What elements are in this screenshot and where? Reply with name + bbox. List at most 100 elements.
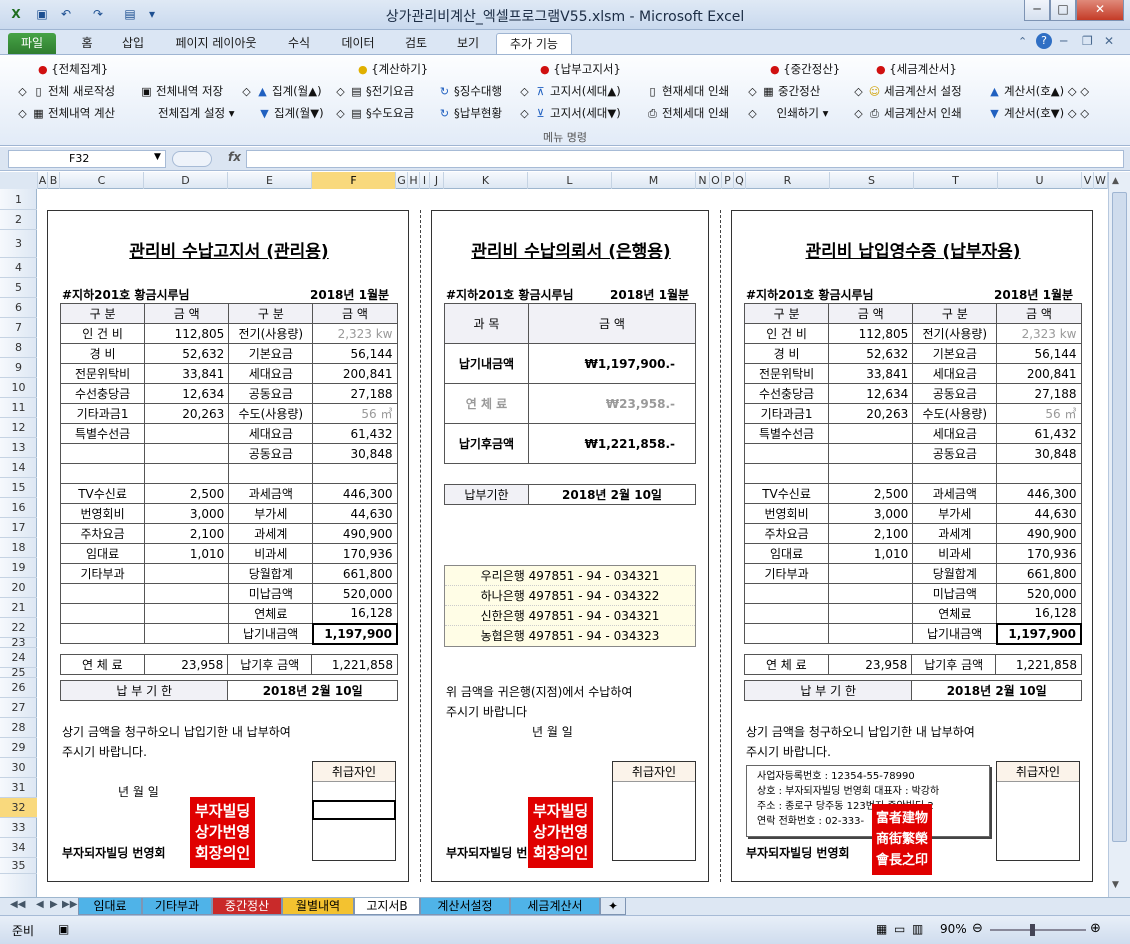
column-header[interactable]: U: [998, 172, 1082, 189]
row-header[interactable]: 7: [0, 318, 37, 338]
column-header[interactable]: K: [444, 172, 528, 189]
sheet-tab-active[interactable]: 고지서B: [354, 898, 420, 915]
tax-setting-button[interactable]: ◇ ☺ 세금계산서 설정: [852, 83, 961, 99]
ribbon-minimize-icon[interactable]: ⌃: [1018, 35, 1027, 48]
row-header[interactable]: 27: [0, 698, 37, 718]
row-header[interactable]: 13: [0, 438, 37, 458]
print-all-button[interactable]: ⎙ 전체세대 인쇄: [646, 105, 729, 121]
tab-data[interactable]: 데이터: [332, 33, 384, 54]
sheet-tab[interactable]: 중간정산: [212, 898, 282, 915]
column-header[interactable]: J: [430, 172, 444, 189]
row-header[interactable]: 19: [0, 558, 37, 578]
zoom-in-icon[interactable]: ⊕: [1090, 921, 1101, 936]
column-header[interactable]: S: [830, 172, 914, 189]
row-header[interactable]: 9: [0, 358, 37, 378]
column-header[interactable]: G: [396, 172, 408, 189]
total-save-button[interactable]: ▣ 전체내역 저장: [140, 83, 223, 99]
row-header[interactable]: 26: [0, 678, 37, 698]
column-header[interactable]: A: [38, 172, 48, 189]
row-header[interactable]: 33: [0, 818, 37, 838]
row-header[interactable]: 18: [0, 538, 37, 558]
column-header[interactable]: D: [144, 172, 228, 189]
namebox-dropdown-icon[interactable]: ▼: [154, 152, 161, 162]
name-box[interactable]: F32: [8, 150, 166, 168]
row-header[interactable]: 23: [0, 637, 37, 648]
row-header[interactable]: 17: [0, 518, 37, 538]
insert-function-icon[interactable]: fx: [228, 150, 241, 164]
tab-home[interactable]: 홈: [72, 33, 102, 54]
row-header[interactable]: 20: [0, 578, 37, 598]
row-header[interactable]: 5: [0, 278, 37, 298]
tab-addins[interactable]: 추가 기능: [496, 33, 572, 54]
bill-down-button[interactable]: ◇ ⊻ 고지서(세대▼): [518, 105, 620, 121]
total-new-button[interactable]: ◇ ▯ 전체 새로작성: [16, 83, 115, 99]
tab-file[interactable]: 파일: [8, 33, 56, 54]
row-header[interactable]: 2: [0, 210, 37, 230]
normal-view-icon[interactable]: ▦: [876, 922, 887, 936]
row-header[interactable]: 15: [0, 478, 37, 498]
row-header[interactable]: 16: [0, 498, 37, 518]
total-setting-dropdown[interactable]: 전체집계 설정 ▾: [158, 105, 235, 121]
page-layout-view-icon[interactable]: ▭: [894, 922, 905, 936]
zoom-slider-thumb[interactable]: [1030, 924, 1035, 936]
pay-status-button[interactable]: ↻ §납부현황: [438, 105, 502, 121]
column-header[interactable]: F: [312, 172, 396, 189]
zoom-out-icon[interactable]: ⊖: [972, 921, 983, 936]
scroll-thumb[interactable]: [1112, 192, 1127, 842]
row-header[interactable]: 31: [0, 778, 37, 798]
calc-down-button[interactable]: ▼ 계산서(호▼) ◇ ◇: [988, 105, 1089, 121]
column-header[interactable]: P: [722, 172, 734, 189]
maximize-button[interactable]: □: [1050, 0, 1076, 21]
row-header[interactable]: 3: [0, 230, 37, 258]
doc-restore-icon[interactable]: ❐: [1082, 34, 1093, 48]
column-header[interactable]: C: [60, 172, 144, 189]
column-header[interactable]: V: [1082, 172, 1094, 189]
tab-first-icon[interactable]: ◀◀: [10, 899, 25, 910]
tab-page-layout[interactable]: 페이지 레이아웃: [164, 33, 268, 54]
row-header[interactable]: 21: [0, 598, 37, 618]
tab-next-icon[interactable]: ▶: [50, 899, 58, 910]
selected-cell-f32[interactable]: [312, 800, 396, 820]
tab-formulas[interactable]: 수식: [280, 33, 318, 54]
sheet-tab[interactable]: 임대료: [78, 898, 142, 915]
column-header[interactable]: E: [228, 172, 312, 189]
print-current-button[interactable]: ▯ 현재세대 인쇄: [646, 83, 729, 99]
column-header[interactable]: M: [612, 172, 696, 189]
close-button[interactable]: ✕: [1076, 0, 1124, 21]
row-header[interactable]: 35: [0, 858, 37, 874]
column-header[interactable]: O: [710, 172, 722, 189]
row-header[interactable]: 12: [0, 418, 37, 438]
agg-up-button[interactable]: ◇ ▲ 집계(월▲): [240, 83, 321, 99]
formula-input[interactable]: [246, 150, 1124, 168]
agg-down-button[interactable]: ▼ 집계(월▼): [258, 105, 323, 121]
water-fee-button[interactable]: ◇ ▤ §수도요금: [334, 105, 414, 121]
row-header[interactable]: 4: [0, 258, 37, 278]
tab-last-icon[interactable]: ▶▶: [62, 899, 77, 910]
tab-review[interactable]: 검토: [396, 33, 436, 54]
zoom-level[interactable]: 90%: [940, 922, 967, 936]
column-header[interactable]: I: [420, 172, 430, 189]
column-header[interactable]: H: [408, 172, 420, 189]
sheet-tab[interactable]: 계산서설정: [420, 898, 510, 915]
row-header[interactable]: 14: [0, 458, 37, 478]
total-calc-button[interactable]: ◇ ▦ 전체내역 계산: [16, 105, 115, 121]
elec-fee-button[interactable]: ◇ ▤ §전기요금: [334, 83, 414, 99]
doc-minimize-icon[interactable]: ─: [1060, 34, 1067, 48]
calc-up-button[interactable]: ▲ 계산서(호▲) ◇ ◇: [988, 83, 1089, 99]
column-header[interactable]: L: [528, 172, 612, 189]
collect-target-button[interactable]: ↻ §징수대행: [438, 83, 502, 99]
column-header[interactable]: W: [1094, 172, 1108, 189]
scroll-down-icon[interactable]: ▼: [1112, 880, 1119, 890]
row-header[interactable]: 22: [0, 618, 37, 638]
row-header[interactable]: 30: [0, 758, 37, 778]
row-header[interactable]: 25: [0, 667, 37, 678]
tab-prev-icon[interactable]: ◀: [36, 899, 44, 910]
row-header[interactable]: 11: [0, 398, 37, 418]
sheet-tab[interactable]: 기타부과: [142, 898, 212, 915]
row-header[interactable]: 24: [0, 648, 37, 668]
scroll-up-icon[interactable]: ▲: [1112, 176, 1119, 186]
row-header[interactable]: 28: [0, 718, 37, 738]
macro-record-icon[interactable]: ▣: [58, 922, 69, 936]
column-header[interactable]: B: [48, 172, 60, 189]
row-header[interactable]: 29: [0, 738, 37, 758]
